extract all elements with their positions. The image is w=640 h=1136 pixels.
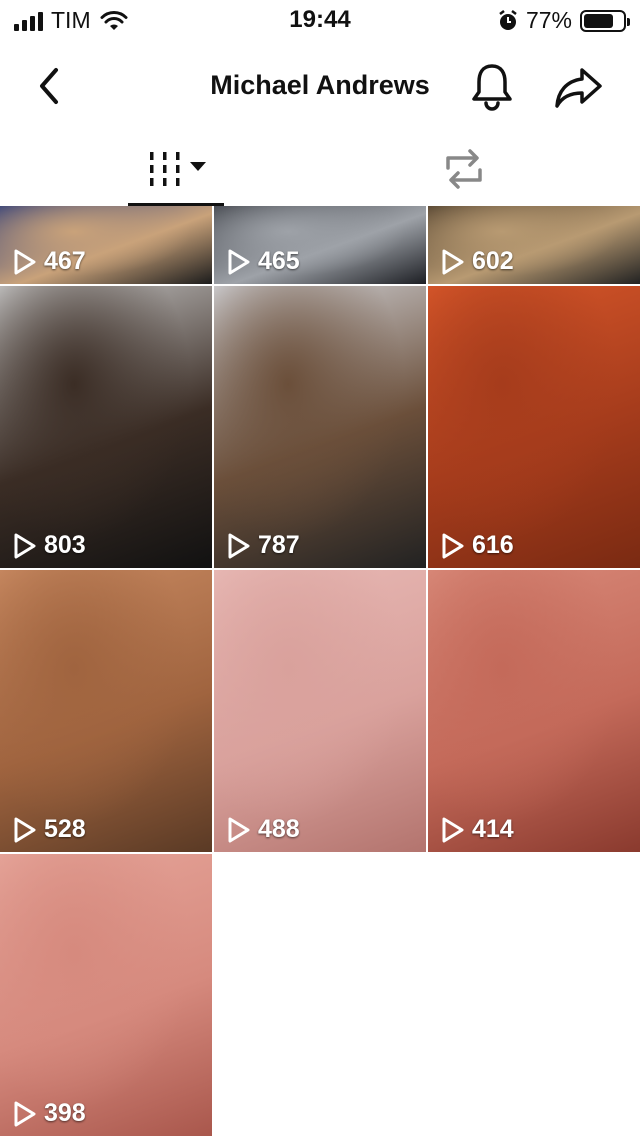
play-icon bbox=[228, 533, 250, 558]
battery-fill bbox=[584, 13, 614, 28]
battery-percent: 77% bbox=[525, 7, 572, 33]
thumbnail-image bbox=[214, 570, 426, 852]
thumbnail-image bbox=[428, 286, 640, 568]
tab-videos-grid[interactable] bbox=[128, 132, 224, 206]
view-count-label: 803 bbox=[44, 531, 86, 559]
view-count-label: 488 bbox=[258, 815, 300, 843]
play-icon bbox=[442, 249, 464, 274]
thumbnail-image bbox=[0, 570, 212, 852]
view-count: 488 bbox=[226, 815, 300, 844]
thumbnail-image bbox=[428, 570, 640, 852]
video-thumbnail[interactable]: 803 bbox=[0, 286, 212, 568]
view-count-label: 616 bbox=[472, 531, 514, 559]
share-arrow-icon bbox=[555, 68, 602, 108]
page-title: Michael Andrews bbox=[210, 70, 430, 100]
play-icon bbox=[14, 817, 36, 842]
video-thumbnail[interactable]: 616 bbox=[428, 286, 640, 568]
notifications-button[interactable] bbox=[468, 60, 516, 112]
grid-columns-icon bbox=[150, 152, 180, 186]
battery-icon bbox=[580, 9, 630, 32]
video-thumbnail[interactable]: 465 bbox=[214, 206, 426, 284]
video-thumbnail[interactable]: 528 bbox=[0, 570, 212, 852]
video-thumbnail[interactable]: 602 bbox=[428, 206, 640, 284]
view-count: 787 bbox=[226, 531, 300, 560]
video-thumbnail[interactable]: 467 bbox=[0, 206, 212, 284]
video-thumbnail[interactable]: 488 bbox=[214, 570, 426, 852]
bell-icon bbox=[472, 64, 512, 111]
thumbnail-image bbox=[0, 286, 212, 568]
video-grid: 467 465 602 803 787 616 528 488 414 398 bbox=[0, 206, 640, 1136]
view-count: 465 bbox=[226, 247, 300, 276]
tab-reposts[interactable] bbox=[436, 146, 492, 192]
repost-icon bbox=[446, 149, 482, 189]
thumbnail-image bbox=[214, 286, 426, 568]
video-thumbnail[interactable]: 414 bbox=[428, 570, 640, 852]
view-count-label: 787 bbox=[258, 531, 300, 559]
view-count: 616 bbox=[440, 531, 514, 560]
profile-tabs bbox=[0, 132, 640, 206]
play-icon bbox=[14, 533, 36, 558]
status-bar: TIM 19:44 77% bbox=[0, 0, 640, 40]
thumbnail-image bbox=[0, 854, 212, 1136]
view-count: 602 bbox=[440, 247, 514, 276]
view-count-label: 528 bbox=[44, 815, 86, 843]
view-count: 398 bbox=[12, 1099, 86, 1128]
view-count: 803 bbox=[12, 531, 86, 560]
view-count-label: 602 bbox=[472, 247, 514, 275]
play-icon bbox=[228, 249, 250, 274]
play-icon bbox=[14, 249, 36, 274]
view-count: 528 bbox=[12, 815, 86, 844]
top-nav: Michael Andrews bbox=[0, 44, 640, 128]
alarm-icon bbox=[499, 9, 517, 30]
play-icon bbox=[14, 1101, 36, 1126]
status-right: 77% bbox=[498, 7, 630, 34]
view-count: 414 bbox=[440, 815, 514, 844]
play-icon bbox=[442, 817, 464, 842]
view-count-label: 465 bbox=[258, 247, 300, 275]
view-count-label: 467 bbox=[44, 247, 86, 275]
view-count-label: 398 bbox=[44, 1099, 86, 1127]
play-icon bbox=[442, 533, 464, 558]
share-button[interactable] bbox=[552, 62, 606, 112]
play-icon bbox=[228, 817, 250, 842]
view-count: 467 bbox=[12, 247, 86, 276]
view-count-label: 414 bbox=[472, 815, 514, 843]
video-thumbnail[interactable]: 787 bbox=[214, 286, 426, 568]
chevron-down-icon[interactable] bbox=[190, 162, 206, 171]
video-thumbnail[interactable]: 398 bbox=[0, 854, 212, 1136]
